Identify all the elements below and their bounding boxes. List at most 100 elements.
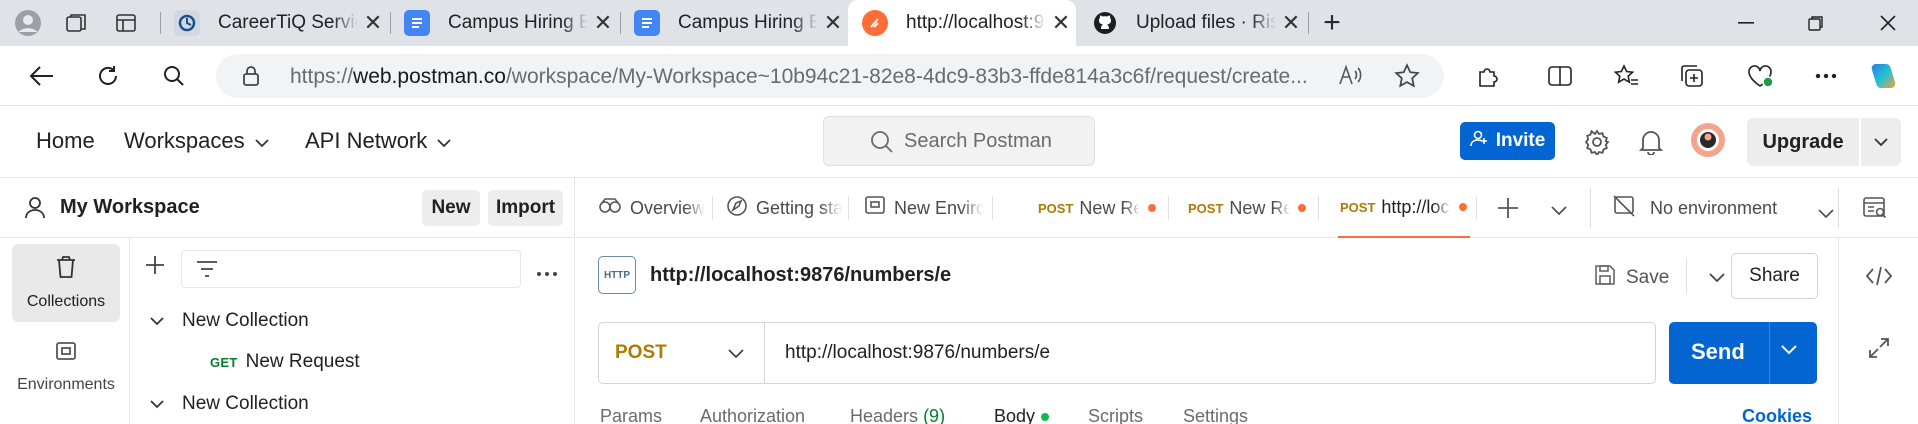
docs-icon — [404, 10, 430, 36]
extensions-icon[interactable] — [1470, 58, 1506, 94]
close-tab-icon[interactable]: ✕ — [588, 10, 618, 36]
copilot-icon[interactable] — [1866, 58, 1902, 94]
tabs-overflow-chevron-icon[interactable] — [1551, 203, 1567, 221]
settings-gear-icon[interactable] — [1580, 125, 1614, 159]
save-options-chevron-icon[interactable] — [1709, 267, 1725, 289]
workspaces-menu[interactable]: Workspaces — [124, 128, 269, 154]
tab-authorization[interactable]: Authorization — [700, 406, 805, 424]
split-screen-icon[interactable] — [1542, 58, 1578, 94]
unsaved-dot — [1298, 204, 1306, 212]
refresh-icon[interactable] — [90, 58, 126, 94]
tab-body[interactable]: Body — [994, 406, 1050, 424]
environment-selector[interactable]: No environment — [1612, 178, 1842, 238]
search-postman-input[interactable]: Search Postman — [823, 116, 1095, 166]
address-url[interactable]: https://web.postman.co/workspace/My-Work… — [290, 65, 1390, 89]
environment-icon — [864, 195, 886, 222]
back-arrow-icon[interactable] — [24, 58, 60, 94]
add-user-icon — [1469, 129, 1488, 153]
send-button[interactable]: Send — [1669, 322, 1817, 384]
browser-tab-github[interactable]: Upload files · Rishanth ✕ — [1078, 0, 1306, 46]
request-name[interactable]: http://localhost:9876/numbers/e — [650, 264, 951, 287]
profile-avatar-icon[interactable] — [10, 6, 46, 40]
tab-new-environment[interactable]: New Enviro — [864, 178, 984, 238]
browser-tab-postman-active[interactable]: http://localhost:9876/n ✕ — [848, 0, 1076, 46]
collections-icon[interactable] — [1674, 58, 1710, 94]
workspace-bar: My Workspace New Import — [0, 178, 575, 238]
save-button[interactable]: Save — [1594, 260, 1725, 296]
tab-post-localhost-active[interactable]: POST http://loc — [1338, 178, 1470, 238]
collections-tree: New Collection GET New Request New Colle… — [130, 238, 575, 424]
request-item[interactable]: GET New Request — [210, 351, 360, 373]
workspaces-icon[interactable] — [58, 6, 94, 40]
sidebar-rail: Collections Environments — [0, 238, 130, 424]
browser-toolbar: https://web.postman.co/workspace/My-Work… — [0, 46, 1918, 106]
body-indicator-dot — [1041, 413, 1050, 422]
lock-icon[interactable] — [242, 65, 260, 92]
method-select[interactable]: POST — [599, 323, 765, 383]
no-environment-icon — [1612, 194, 1636, 223]
upgrade-button[interactable]: Upgrade — [1747, 118, 1859, 166]
browser-tab-campus-hiring-1[interactable]: Campus Hiring Evaluati ✕ — [390, 0, 618, 46]
sidebar-item-collections[interactable]: Collections — [12, 244, 120, 322]
tab-overview[interactable]: Overview — [598, 178, 706, 238]
tab-params[interactable]: Params — [600, 406, 662, 424]
url-input[interactable]: http://localhost:9876/numbers/e — [785, 342, 1050, 364]
tab-separator — [712, 196, 713, 220]
divider — [1769, 322, 1770, 384]
close-tab-icon[interactable]: ✕ — [1276, 10, 1306, 36]
invite-button[interactable]: Invite — [1460, 122, 1555, 160]
more-options-icon[interactable] — [1808, 58, 1844, 94]
workspace-name[interactable]: My Workspace — [60, 196, 200, 219]
notifications-bell-icon[interactable] — [1634, 125, 1668, 159]
url-row: POST http://localhost:9876/numbers/e — [598, 322, 1656, 384]
tab-headers[interactable]: Headers (9) — [850, 406, 945, 424]
sidebar-item-environments[interactable]: Environments — [12, 328, 120, 406]
chevron-down-icon — [255, 128, 269, 154]
upgrade-menu-chevron-icon[interactable] — [1861, 118, 1901, 166]
method-badge: GET — [210, 354, 238, 370]
favorites-icon[interactable] — [1608, 58, 1644, 94]
tab-title: Upload files · Rishanth — [1136, 12, 1276, 33]
add-collection-icon[interactable] — [144, 254, 166, 281]
favorite-star-icon[interactable] — [1394, 63, 1420, 94]
close-tab-icon[interactable]: ✕ — [818, 10, 848, 36]
read-aloud-icon[interactable] — [1338, 64, 1362, 92]
restore-icon[interactable] — [1786, 0, 1846, 46]
share-button[interactable]: Share — [1731, 253, 1818, 299]
expand-arrows-icon[interactable] — [1867, 336, 1891, 365]
github-icon — [1092, 10, 1118, 36]
new-button[interactable]: New — [422, 190, 480, 226]
environment-quick-look-icon[interactable] — [1862, 196, 1888, 225]
code-icon[interactable] — [1865, 266, 1893, 291]
minimize-icon[interactable] — [1716, 0, 1776, 46]
cookies-link[interactable]: Cookies — [1742, 406, 1812, 424]
collection-item[interactable]: New Collection — [150, 310, 309, 332]
browser-tab-careertiq[interactable]: CareerTiQ Services LLP ✕ — [160, 0, 388, 46]
more-options-icon[interactable] — [536, 264, 558, 282]
close-tab-icon[interactable]: ✕ — [358, 10, 388, 36]
user-avatar[interactable] — [1688, 120, 1728, 160]
chevron-down-icon — [150, 393, 164, 415]
close-tab-icon[interactable]: ✕ — [1046, 10, 1076, 36]
vertical-tabs-icon[interactable] — [108, 6, 144, 40]
browser-tab-campus-hiring-2[interactable]: Campus Hiring Evaluati ✕ — [620, 0, 848, 46]
browser-essentials-icon[interactable] — [1742, 58, 1778, 94]
tab-scripts[interactable]: Scripts — [1088, 406, 1143, 424]
environments-icon — [55, 341, 77, 368]
tab-post-new-request-1[interactable]: POST New Rec — [1038, 178, 1156, 238]
api-network-menu[interactable]: API Network — [305, 128, 451, 154]
filter-input[interactable] — [181, 250, 521, 288]
new-tab-button[interactable]: + — [1314, 6, 1350, 40]
import-button[interactable]: Import — [488, 190, 563, 226]
home-link[interactable]: Home — [36, 128, 95, 154]
close-window-icon[interactable] — [1858, 0, 1918, 46]
collection-item[interactable]: New Collection — [150, 393, 309, 415]
search-icon[interactable] — [156, 58, 192, 94]
tab-getting-started[interactable]: Getting sta — [726, 178, 842, 238]
tab-settings[interactable]: Settings — [1183, 406, 1248, 424]
send-options-chevron-icon[interactable] — [1781, 342, 1797, 360]
new-request-tab-plus-icon[interactable] — [1496, 196, 1520, 225]
tab-post-new-request-2[interactable]: POST New Rec — [1188, 178, 1306, 238]
address-bar[interactable]: https://web.postman.co/workspace/My-Work… — [216, 54, 1444, 98]
request-title: HTTP http://localhost:9876/numbers/e — [598, 256, 951, 294]
